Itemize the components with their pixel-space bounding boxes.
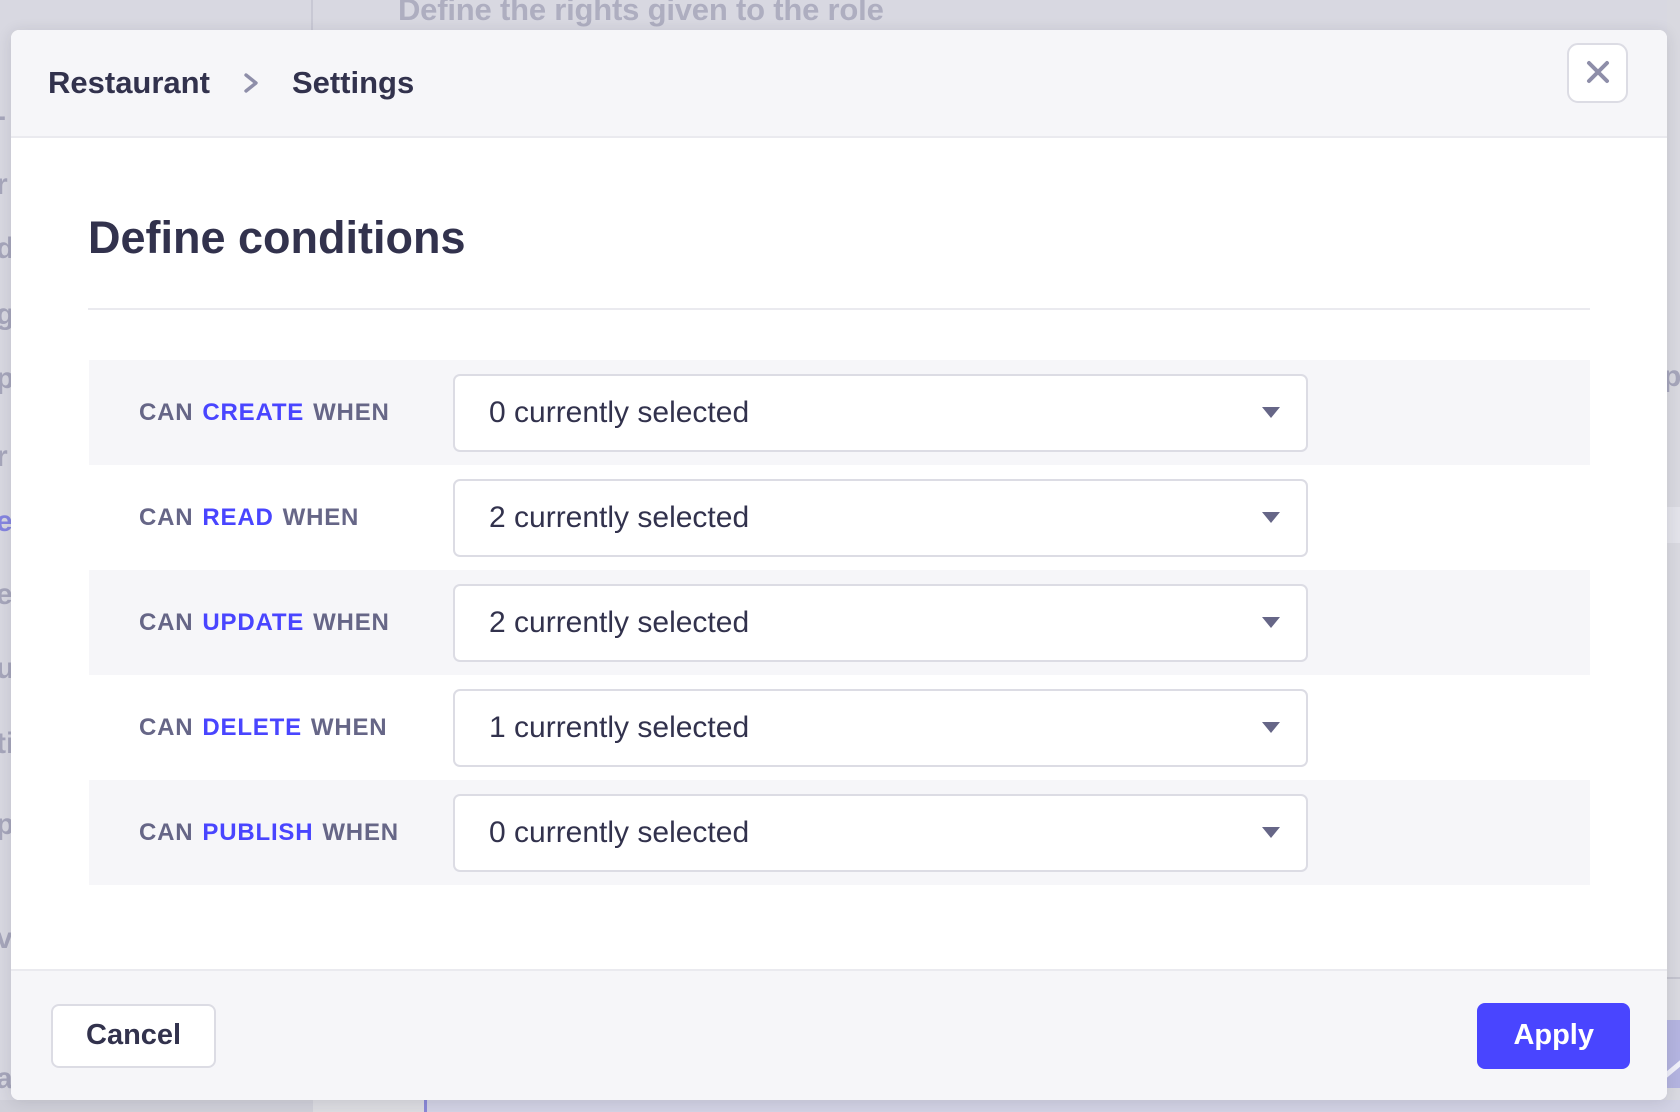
- chevron-down-icon: [1262, 617, 1280, 628]
- background-panel-fragment: [1667, 507, 1680, 543]
- background-divider: [1667, 977, 1680, 979]
- condition-row-update: CANUPDATEWHEN 2 currently selected: [89, 570, 1590, 675]
- chevron-down-icon: [1262, 512, 1280, 523]
- chevron-right-icon: [240, 66, 262, 100]
- background-text-fragment: r: [0, 440, 8, 474]
- apply-button[interactable]: Apply: [1477, 1003, 1630, 1069]
- background-segment: [0, 1100, 313, 1112]
- modal-footer: Cancel Apply: [11, 969, 1667, 1100]
- select-value: 2 currently selected: [489, 501, 1262, 535]
- background-page-heading: Define the rights given to the role: [398, 0, 884, 28]
- conditions-select-delete[interactable]: 1 currently selected: [453, 689, 1308, 767]
- check-icon: [1667, 1058, 1680, 1079]
- breadcrumb-restaurant: Restaurant: [48, 65, 210, 101]
- chevron-down-icon: [1262, 722, 1280, 733]
- condition-label: CANDELETEWHEN: [89, 714, 453, 742]
- background-segment: [313, 1100, 424, 1112]
- select-value: 1 currently selected: [489, 711, 1262, 745]
- conditions-list: CANCREATEWHEN 0 currently selected CANRE…: [89, 360, 1590, 885]
- background-button-fragment: [1667, 1020, 1680, 1088]
- page-title: Define conditions: [88, 212, 466, 264]
- conditions-select-update[interactable]: 2 currently selected: [453, 584, 1308, 662]
- screen: Define the rights given to the role - r …: [0, 0, 1680, 1112]
- condition-row-create: CANCREATEWHEN 0 currently selected: [89, 360, 1590, 465]
- condition-label: CANPUBLISHWHEN: [89, 819, 453, 847]
- breadcrumb: Restaurant Settings: [48, 65, 414, 101]
- condition-label: CANREADWHEN: [89, 504, 453, 532]
- close-icon: [1581, 55, 1615, 92]
- select-value: 2 currently selected: [489, 606, 1262, 640]
- condition-label: CANCREATEWHEN: [89, 399, 453, 427]
- condition-row-publish: CANPUBLISHWHEN 0 currently selected: [89, 780, 1590, 885]
- conditions-select-read[interactable]: 2 currently selected: [453, 479, 1308, 557]
- background-text-fragment: r: [0, 168, 8, 202]
- conditions-select-publish[interactable]: 0 currently selected: [453, 794, 1308, 872]
- background-bottom-edge: [0, 1100, 1680, 1112]
- breadcrumb-settings: Settings: [292, 65, 414, 101]
- background-divider: [311, 0, 313, 30]
- conditions-select-create[interactable]: 0 currently selected: [453, 374, 1308, 452]
- conditions-modal: Restaurant Settings Define conditions CA…: [11, 30, 1667, 1100]
- select-value: 0 currently selected: [489, 816, 1262, 850]
- cancel-button[interactable]: Cancel: [51, 1004, 216, 1068]
- select-value: 0 currently selected: [489, 396, 1262, 430]
- chevron-down-icon: [1262, 407, 1280, 418]
- modal-header: Restaurant Settings: [11, 30, 1667, 138]
- chevron-down-icon: [1262, 827, 1280, 838]
- background-right-edge: p: [1667, 0, 1680, 1112]
- condition-row-read: CANREADWHEN 2 currently selected: [89, 465, 1590, 570]
- background-cursor-fragment: [424, 1100, 427, 1112]
- condition-label: CANUPDATEWHEN: [89, 609, 453, 637]
- divider: [88, 308, 1590, 310]
- condition-row-delete: CANDELETEWHEN 1 currently selected: [89, 675, 1590, 780]
- background-text-fragment: p: [1667, 360, 1680, 394]
- close-button[interactable]: [1567, 43, 1628, 103]
- background-text-fragment: -: [0, 100, 6, 134]
